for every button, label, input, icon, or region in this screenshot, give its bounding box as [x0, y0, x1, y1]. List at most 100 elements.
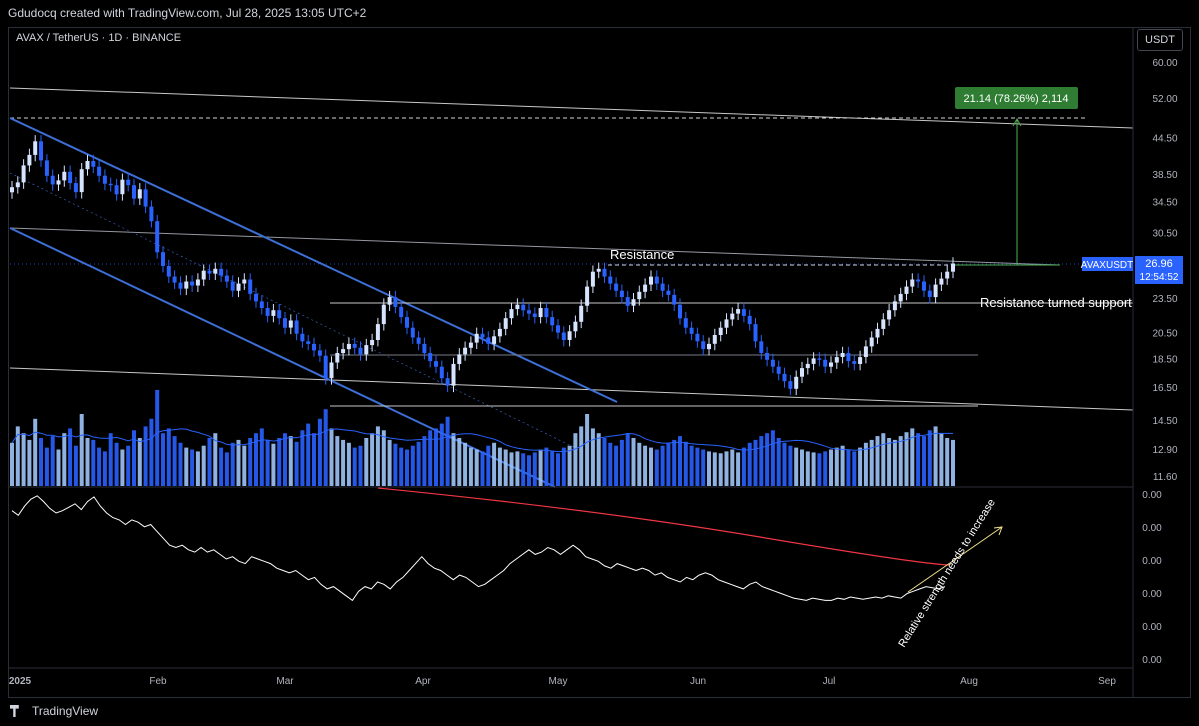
volume-bar: [898, 436, 903, 486]
candle-body: [161, 252, 165, 266]
candle-body: [213, 268, 218, 274]
candle-body: [933, 284, 938, 298]
candle-body: [195, 279, 200, 286]
volume-bar: [317, 418, 322, 486]
price-chart[interactable]: 60.0052.0044.5038.5034.5030.5026.5023.50…: [0, 0, 1199, 726]
volume-bar: [451, 433, 456, 486]
volume-bar: [892, 439, 897, 486]
volume-bar: [945, 438, 950, 486]
volume-bar: [689, 445, 694, 486]
volume-bar: [707, 451, 711, 486]
candle-body: [567, 331, 572, 340]
candle-body: [317, 350, 322, 356]
descending-resistance-line: [9, 227, 1061, 266]
candle-body: [701, 341, 706, 350]
time-tick-label: Mar: [276, 676, 294, 687]
candle-body: [788, 381, 793, 389]
candle-body: [39, 141, 43, 161]
volume-bar: [567, 445, 572, 486]
volume-bar: [521, 453, 526, 486]
volume-bar: [288, 436, 293, 486]
volume-bar: [596, 433, 601, 486]
volume-bar: [585, 414, 590, 486]
volume-bar: [405, 449, 409, 486]
candle-body: [254, 293, 258, 302]
candle-body: [619, 290, 624, 297]
time-tick-label: Aug: [960, 676, 978, 687]
volume-bar: [219, 447, 224, 486]
volume-bar: [352, 447, 357, 486]
volume-bar: [614, 445, 619, 486]
volume-bar: [538, 449, 543, 486]
candle-body: [480, 333, 485, 338]
candle-body: [108, 183, 113, 186]
candle-body: [265, 308, 270, 316]
candle-body: [405, 317, 409, 328]
candle-body: [544, 308, 549, 318]
volume-bar: [643, 445, 648, 486]
candle-body: [927, 290, 932, 297]
volume-bar: [805, 451, 810, 486]
price-tick-label: 18.50: [1152, 354, 1177, 365]
candle-body: [428, 353, 433, 362]
candle-body: [230, 281, 235, 291]
relative-strength-line: [11, 495, 946, 602]
volume-bar: [672, 439, 677, 486]
volume-bar: [463, 442, 468, 486]
price-tick-label: 14.50: [1152, 416, 1177, 427]
candle-body: [892, 301, 897, 311]
candle-body: [497, 328, 502, 337]
volume-bar: [770, 430, 775, 486]
candle-body: [649, 276, 653, 285]
lower-trendline: [9, 367, 1134, 411]
time-tick-label: Jul: [823, 676, 836, 687]
candle-body: [939, 278, 944, 285]
candle-body: [259, 301, 264, 308]
volume-bar: [556, 453, 560, 486]
candle-body: [445, 378, 450, 386]
rs-tick-label: 0.00: [1142, 622, 1162, 633]
volume-bar: [85, 438, 90, 486]
candle-body: [834, 357, 839, 363]
volume-bar: [590, 428, 595, 486]
candle-body: [521, 304, 526, 311]
candle-body: [660, 283, 665, 291]
candle-body: [166, 266, 171, 277]
time-tick-label: Sep: [1098, 676, 1116, 687]
volume-bar: [108, 433, 113, 486]
time-tick-label: May: [549, 676, 568, 687]
volume-bar: [794, 447, 799, 486]
volume-bar: [422, 436, 427, 486]
volume-bar: [393, 443, 398, 486]
volume-bar: [782, 442, 787, 486]
candle-body: [515, 304, 520, 310]
volume-bar: [184, 447, 189, 486]
volume-bar: [718, 453, 723, 486]
volume-bar: [788, 445, 793, 486]
candle-body: [805, 363, 810, 369]
candle-body: [765, 353, 770, 360]
volume-bar: [364, 438, 369, 486]
volume-bar: [602, 438, 607, 486]
volume-bar: [300, 430, 305, 486]
price-tick-label: 12.90: [1152, 445, 1177, 456]
candle-body: [770, 359, 775, 367]
volume-bar: [161, 433, 165, 486]
volume-bar: [881, 433, 886, 486]
volume-bar: [608, 442, 613, 486]
candle-body: [294, 320, 299, 334]
volume-bar: [916, 433, 921, 486]
candle-body: [120, 179, 125, 195]
candle-body: [62, 171, 67, 181]
volume-bar: [358, 445, 363, 486]
volume-bar: [97, 447, 102, 486]
candle-body: [323, 355, 328, 379]
candle-body: [753, 324, 758, 342]
volume-bar: [846, 449, 851, 486]
candle-body: [550, 317, 555, 326]
volume-bar: [39, 438, 43, 486]
rs-tick-label: 0.00: [1142, 655, 1162, 666]
candle-body: [149, 206, 154, 222]
candle-body: [532, 313, 537, 317]
tradingview-footer[interactable]: TradingView: [10, 704, 98, 718]
